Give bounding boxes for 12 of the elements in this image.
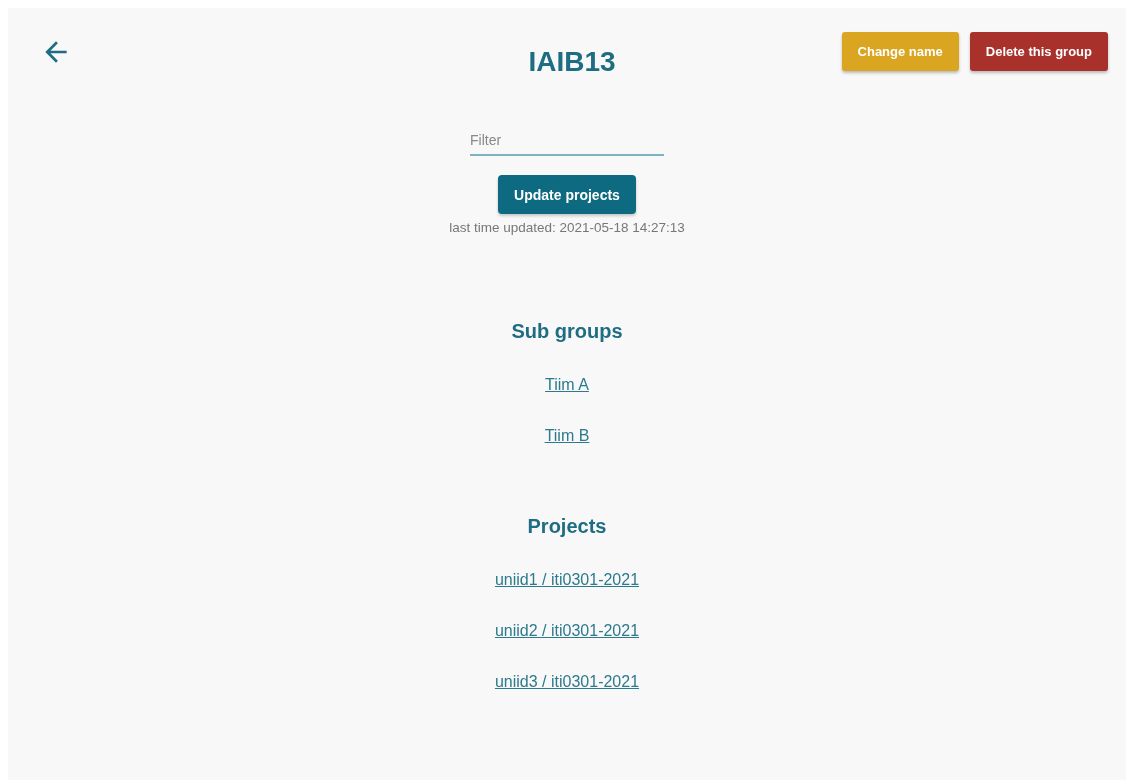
list-link[interactable]: uniid2 / iti0301-2021 <box>494 622 640 640</box>
list-link[interactable]: uniid3 / iti0301-2021 <box>494 673 640 691</box>
list-link[interactable]: uniid1 / iti0301-2021 <box>494 571 640 589</box>
filter-field[interactable]: Filter <box>470 126 664 156</box>
last-updated-text: last time updated: 2021-05-18 14:27:13 <box>449 220 685 235</box>
list-link[interactable]: Tiim A <box>545 376 589 394</box>
list-link[interactable]: Tiim B <box>544 427 590 445</box>
group-title: IAIB13 <box>528 46 616 78</box>
section-heading: Projects <box>527 515 607 538</box>
section-heading: Sub groups <box>511 320 623 343</box>
update-projects-button[interactable]: Update projects <box>498 175 636 214</box>
action-button[interactable]: Delete this group <box>969 32 1108 71</box>
